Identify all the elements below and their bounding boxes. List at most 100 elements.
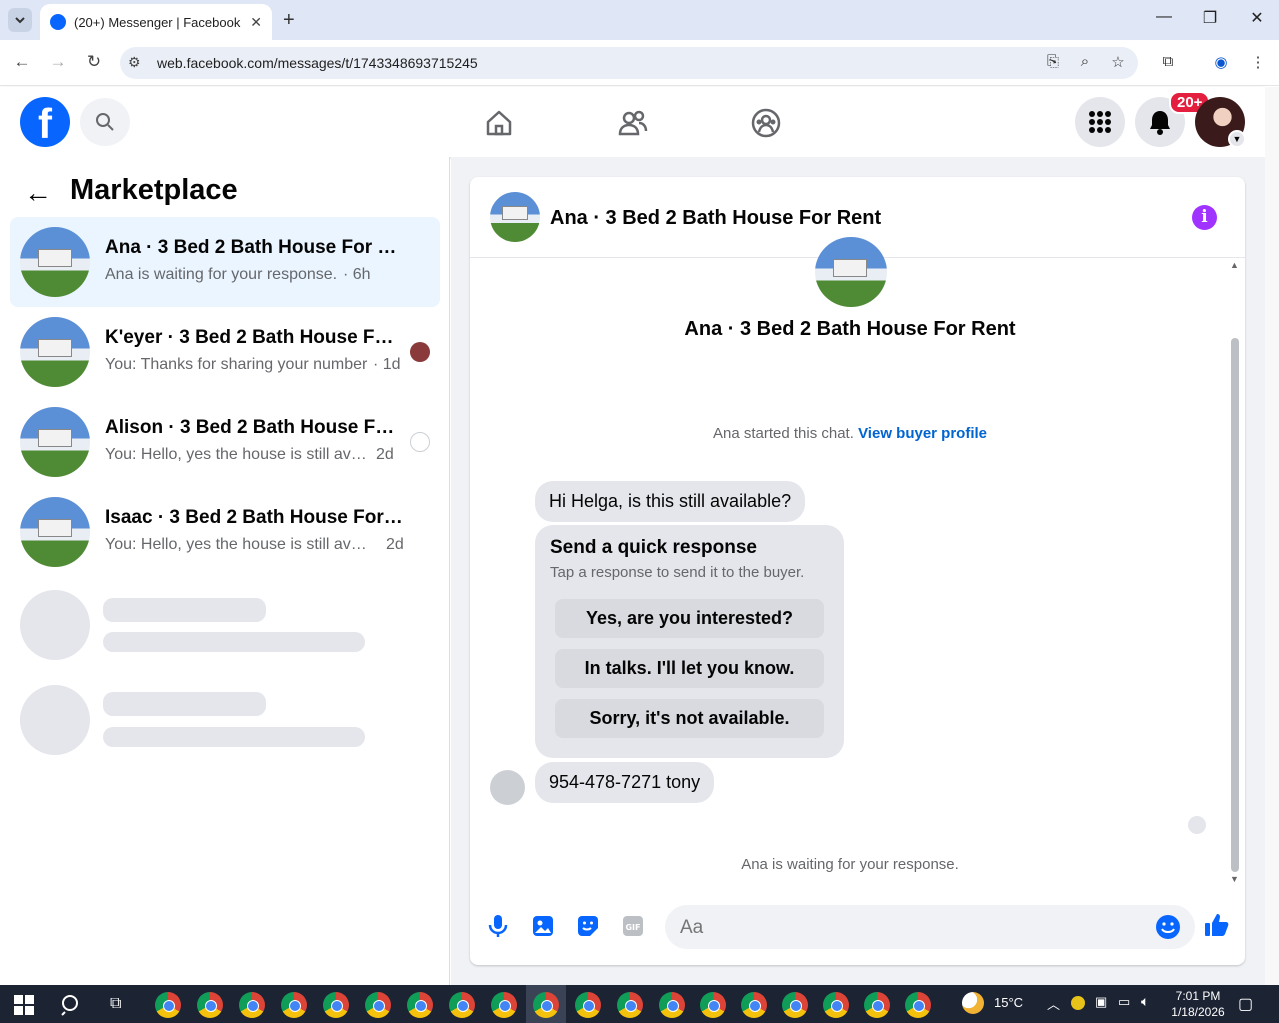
attach-photo-button[interactable]	[529, 912, 557, 940]
chat-title[interactable]: Ana · 3 Bed 2 Bath House For Rent	[550, 207, 881, 230]
volume-icon[interactable]: 🔈︎	[1141, 993, 1149, 1010]
bookmark-star-icon[interactable]: ☆	[1108, 53, 1128, 71]
tray-chevron-up-icon[interactable]: ︿	[1047, 994, 1060, 1013]
listing-thumbnail	[20, 407, 90, 477]
chrome-taskbar-icon[interactable]	[905, 992, 931, 1018]
voice-clip-button[interactable]	[484, 912, 512, 940]
sent-status-icon	[410, 432, 430, 452]
profile-icon[interactable]: ◉	[1211, 53, 1231, 71]
notification-center-icon[interactable]: ▢	[1238, 994, 1253, 1014]
chrome-taskbar-icon[interactable]	[155, 992, 181, 1018]
scroll-up-arrow[interactable]: ▲	[1230, 260, 1239, 270]
chrome-taskbar-icon[interactable]	[281, 992, 307, 1018]
back-arrow-icon[interactable]: ←	[24, 177, 52, 209]
loading-skeleton	[103, 727, 365, 747]
quick-response-button[interactable]: Yes, are you interested?	[555, 599, 824, 638]
bell-icon	[1150, 111, 1170, 135]
listing-title: Ana · 3 Bed 2 Bath House For Rent	[684, 318, 1016, 340]
tab-title: (20+) Messenger | Facebook	[74, 14, 241, 30]
browser-tab[interactable]: (20+) Messenger | Facebook ✕	[40, 4, 272, 40]
started-text: Ana started this chat.	[712, 425, 854, 442]
scroll-down-arrow[interactable]: ▼	[1230, 874, 1239, 884]
conversation-item[interactable]: Ana · 3 Bed 2 Bath House For Rent Ana is…	[10, 217, 440, 307]
meet-now-icon[interactable]: ▣	[1095, 994, 1107, 1010]
chrome-taskbar-icon[interactable]	[782, 992, 808, 1018]
browser-menu-icon[interactable]: ⋮	[1248, 53, 1268, 71]
conversation-preview: You: Hello, yes the house is still avail…	[105, 536, 370, 553]
emoji-icon	[1156, 915, 1180, 939]
nav-home[interactable]	[479, 103, 519, 143]
listing-thumbnail	[20, 227, 90, 297]
microphone-icon	[488, 915, 508, 937]
emoji-button[interactable]	[1154, 913, 1182, 941]
forward-icon[interactable]: →	[47, 52, 69, 72]
taskbar-search-button[interactable]	[60, 993, 84, 1022]
message-input[interactable]	[680, 917, 1140, 939]
conversation-item[interactable]: Isaac · 3 Bed 2 Bath House For Rent You:…	[10, 487, 440, 577]
tab-search-dropdown[interactable]	[8, 8, 32, 32]
new-tab-button[interactable]: +	[283, 9, 295, 32]
conversation-time: 2d	[376, 446, 394, 463]
chrome-taskbar-icon[interactable]	[323, 992, 349, 1018]
restore-icon[interactable]: ❐	[1198, 8, 1222, 28]
chrome-taskbar-icon[interactable]	[700, 992, 726, 1018]
conversation-title: Isaac · 3 Bed 2 Bath House For Rent	[105, 507, 405, 528]
url-text[interactable]: web.facebook.com/messages/t/174334869371…	[157, 55, 478, 71]
reload-icon[interactable]: ↻	[83, 52, 105, 72]
chrome-taskbar-icon[interactable]	[197, 992, 223, 1018]
close-icon[interactable]: ✕	[1245, 8, 1269, 28]
view-buyer-profile-link[interactable]: View buyer profile	[858, 425, 987, 442]
chrome-taskbar-icon[interactable]	[575, 992, 601, 1018]
clock-date: 1/18/2026	[1171, 1005, 1225, 1019]
facebook-favicon-icon	[50, 14, 66, 30]
loading-skeleton	[20, 590, 90, 660]
chevron-down-icon[interactable]: ▼	[1228, 130, 1246, 148]
sticker-button[interactable]	[574, 912, 602, 940]
site-info-icon[interactable]: ⚙	[128, 54, 141, 71]
grid-menu-icon	[1089, 111, 1111, 133]
info-icon[interactable]: i	[1192, 205, 1217, 230]
facebook-logo[interactable]: f	[20, 97, 70, 147]
nav-friends[interactable]	[613, 103, 653, 143]
quick-response-button[interactable]: Sorry, it's not available.	[555, 699, 824, 738]
task-view-icon[interactable]: ⧉	[110, 995, 121, 1013]
image-icon	[533, 916, 553, 936]
nav-groups[interactable]	[746, 103, 786, 143]
chrome-taskbar-icon[interactable]	[741, 992, 767, 1018]
chat-listing-thumbnail[interactable]	[490, 192, 540, 242]
chat-scrollbar-thumb[interactable]	[1231, 338, 1239, 872]
install-app-icon[interactable]: ⎘	[1043, 53, 1063, 70]
zoom-icon[interactable]: ⌕	[1075, 53, 1095, 70]
conversation-item[interactable]: K'eyer · 3 Bed 2 Bath House For Rent You…	[10, 307, 440, 397]
chrome-taskbar-icon[interactable]	[407, 992, 433, 1018]
windows-start-button[interactable]	[14, 995, 34, 1020]
tray-app-icon[interactable]	[1071, 996, 1085, 1010]
network-icon[interactable]: ▭	[1118, 994, 1130, 1010]
search-button[interactable]	[80, 98, 130, 146]
chrome-taskbar-icon[interactable]	[239, 992, 265, 1018]
chrome-taskbar-icon[interactable]	[449, 992, 475, 1018]
conversation-preview: You: Thanks for sharing your number	[105, 356, 368, 373]
conversation-item[interactable]: Alison · 3 Bed 2 Bath House For Rent You…	[10, 397, 440, 487]
page-scrollbar[interactable]	[1265, 87, 1279, 985]
chrome-taskbar-icon[interactable]	[864, 992, 890, 1018]
chrome-taskbar-icon[interactable]	[491, 992, 517, 1018]
weather-temperature[interactable]: 15°C	[994, 995, 1023, 1010]
chrome-taskbar-icon[interactable]	[823, 992, 849, 1018]
like-button[interactable]	[1203, 911, 1231, 939]
extensions-icon[interactable]: ⧉	[1158, 53, 1178, 70]
chrome-taskbar-icon[interactable]	[659, 992, 685, 1018]
listing-image	[815, 237, 887, 307]
taskbar-clock[interactable]: 7:01 PM 1/18/2026	[1170, 988, 1226, 1020]
seen-avatar	[410, 342, 430, 362]
chrome-taskbar-icon[interactable]	[617, 992, 643, 1018]
weather-icon[interactable]	[962, 992, 984, 1014]
tab-close-icon[interactable]: ✕	[250, 14, 262, 31]
gif-button[interactable]: GIF	[619, 912, 647, 940]
back-icon[interactable]: ←	[11, 52, 33, 72]
quick-response-button[interactable]: In talks. I'll let you know.	[555, 649, 824, 688]
chrome-taskbar-icon[interactable]	[365, 992, 391, 1018]
minimize-icon[interactable]: —	[1152, 8, 1176, 26]
chrome-taskbar-icon[interactable]	[533, 992, 559, 1018]
menu-button[interactable]	[1075, 97, 1125, 147]
